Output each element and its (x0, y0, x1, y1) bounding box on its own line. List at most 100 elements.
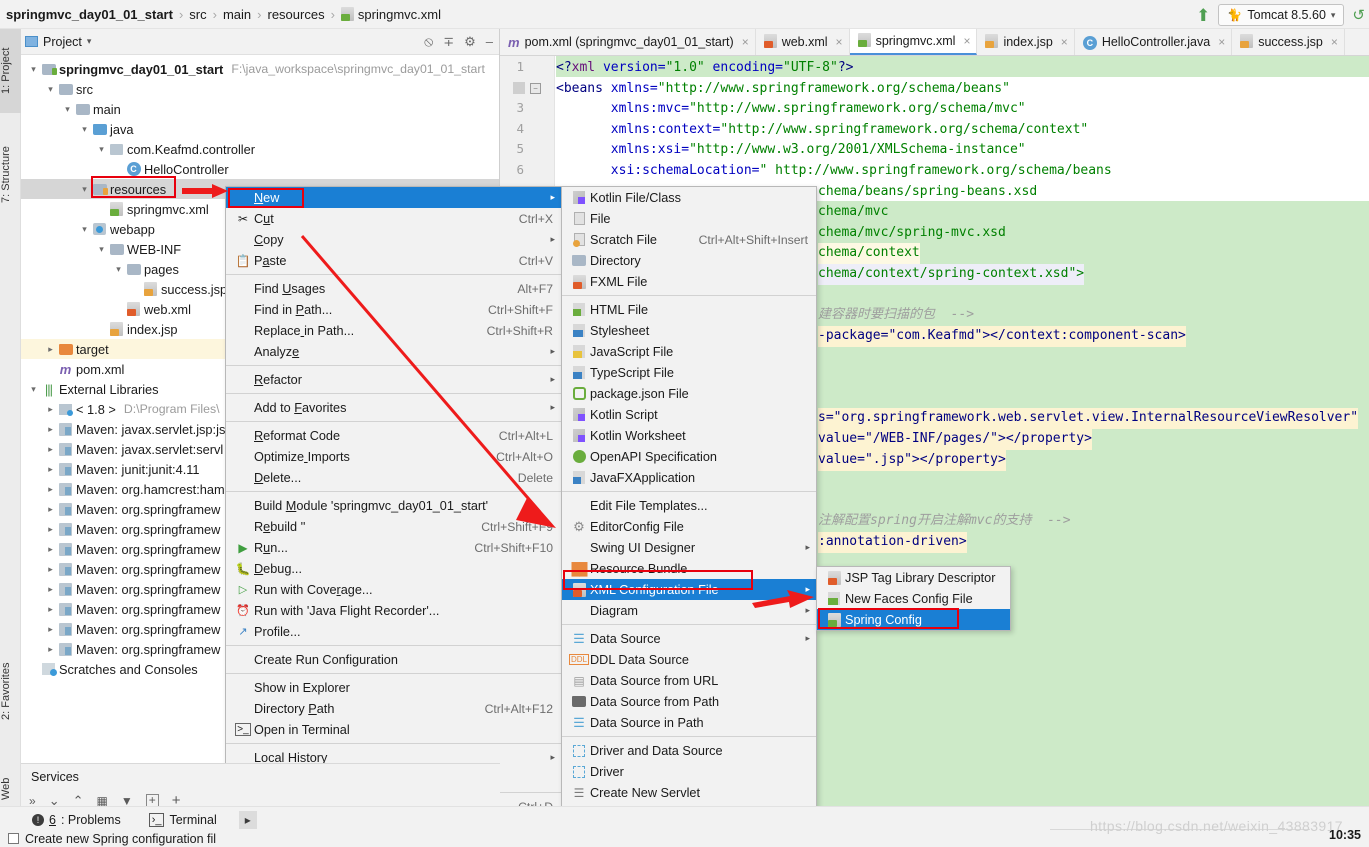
menu-item-editorconfig-file[interactable]: ⚙ EditorConfig File (562, 516, 816, 537)
menu-item-driver-and-data-source[interactable]: Driver and Data Source (562, 740, 816, 761)
menu-item-open-in-terminal[interactable]: >_ Open in Terminal (226, 719, 561, 740)
tree-node-java[interactable]: ▾ java (21, 119, 499, 139)
chevron-right-icon[interactable]: ▸ (805, 542, 810, 553)
menu-item-rebuild-default[interactable]: Rebuild '' Ctrl+Shift+F9 (226, 516, 561, 537)
menu-item-javascript-file[interactable]: JavaScript File (562, 341, 816, 362)
menu-item-typescript-file[interactable]: TypeScript File (562, 362, 816, 383)
context-menu[interactable]: New ▸ ✂ Cut Ctrl+X Copy ▸ 📋 Paste Ctrl+V Find Usag… (225, 186, 562, 847)
menu-item-run-with-java-flight-recorder[interactable]: ⏰ Run with 'Java Flight Recorder'... (226, 600, 561, 621)
menu-item-file[interactable]: File (562, 208, 816, 229)
menu-item-javafxapplication[interactable]: JavaFXApplication (562, 467, 816, 488)
chevron-down-icon[interactable]: ▾ (78, 224, 91, 235)
menu-item-html-file[interactable]: HTML File (562, 299, 816, 320)
menu-item-data-source-from-url[interactable]: ▤ Data Source from URL (562, 670, 816, 691)
tree-node-hellocontroller[interactable]: C HelloController (21, 159, 499, 179)
menu-item-jsp-tag-library-descriptor[interactable]: JSP Tag Library Descriptor (817, 567, 1010, 588)
chevron-right-icon[interactable]: ▸ (44, 564, 57, 575)
menu-item-profile[interactable]: ↗ Profile... (226, 621, 561, 642)
chevron-down-icon[interactable]: ▾ (95, 244, 108, 255)
menu-item-driver[interactable]: Driver (562, 761, 816, 782)
menu-item-diagram[interactable]: Diagram ▸ (562, 600, 816, 621)
sidebar-tab-structure[interactable]: 7: Structure (0, 129, 21, 221)
chevron-down-icon[interactable]: ▾ (27, 64, 40, 75)
breadcrumb-item-main[interactable]: main (223, 7, 251, 22)
chevron-right-icon[interactable]: ▸ (44, 584, 57, 595)
editor-tab-springmvc.xml[interactable]: springmvc.xml × (849, 29, 978, 55)
tree-node-springmvc-day01-01-start[interactable]: ▾ springmvc_day01_01_start F:\java_workspa… (21, 59, 499, 79)
editor-tab-bar[interactable]: m pom.xml (springmvc_day01_01_start) × web.… (500, 29, 1369, 56)
menu-item-show-in-explorer[interactable]: Show in Explorer (226, 677, 561, 698)
status-tab-terminal[interactable]: ›_ Terminal (143, 811, 223, 829)
chevron-right-icon[interactable]: ▸ (44, 404, 57, 415)
run-configuration-selector[interactable]: 🐈 Tomcat 8.5.60 ▾ (1218, 4, 1345, 26)
chevron-right-icon[interactable]: ▸ (550, 374, 555, 385)
menu-item-analyze[interactable]: Analyze ▸ (226, 341, 561, 362)
close-icon[interactable]: × (1218, 35, 1225, 49)
menu-item-reformat-code[interactable]: Reformat Code Ctrl+Alt+L (226, 425, 561, 446)
sidebar-tab-web[interactable]: Web (0, 769, 21, 809)
chevron-right-icon[interactable]: ▸ (44, 464, 57, 475)
breadcrumb-item-resources[interactable]: resources (268, 7, 325, 22)
collapse-all-icon[interactable]: ∓ (443, 34, 454, 50)
menu-item-find-usages[interactable]: Find Usages Alt+F7 (226, 278, 561, 299)
checkbox-icon[interactable] (8, 833, 19, 844)
menu-item-paste[interactable]: 📋 Paste Ctrl+V (226, 250, 561, 271)
menu-item-directory-path[interactable]: Directory Path Ctrl+Alt+F12 (226, 698, 561, 719)
chevron-right-icon[interactable]: ▸ (550, 752, 555, 763)
menu-item-kotlin-worksheet[interactable]: Kotlin Worksheet (562, 425, 816, 446)
chevron-down-icon[interactable]: ▾ (61, 104, 74, 115)
menu-item-directory[interactable]: Directory (562, 250, 816, 271)
menu-item-scratch-file[interactable]: Scratch File Ctrl+Alt+Shift+Insert (562, 229, 816, 250)
chevron-right-icon[interactable]: ▸ (44, 504, 57, 515)
close-icon[interactable]: × (963, 34, 970, 48)
menu-item-package-json-file[interactable]: package.json File (562, 383, 816, 404)
menu-item-swing-ui-designer[interactable]: Swing UI Designer ▸ (562, 537, 816, 558)
menu-item-find-in-path[interactable]: Find in Path... Ctrl+Shift+F (226, 299, 561, 320)
hide-icon[interactable]: – (486, 34, 493, 49)
chevron-down-icon[interactable]: ▾ (78, 124, 91, 135)
menu-item-new-faces-config-file[interactable]: New Faces Config File (817, 588, 1010, 609)
menu-item-data-source-in-path[interactable]: ☰ Data Source in Path (562, 712, 816, 733)
menu-item-debug[interactable]: 🐛 Debug... (226, 558, 561, 579)
chevron-right-icon[interactable]: ▸ (805, 633, 810, 644)
services-panel-header[interactable]: Services (21, 763, 500, 789)
chevron-down-icon[interactable]: ▾ (44, 84, 57, 95)
status-tab-problems[interactable]: ! 6: Problems (26, 811, 127, 829)
sidebar-tab-favorites[interactable]: 2: Favorites (0, 647, 21, 735)
breadcrumb-item-project[interactable]: springmvc_day01_01_start (6, 7, 173, 22)
fold-marker-icon[interactable]: − (530, 83, 541, 94)
chevron-down-icon[interactable]: ▾ (1331, 10, 1336, 21)
close-icon[interactable]: × (1061, 35, 1068, 49)
editor-tab-hellocontroller.java[interactable]: C HelloController.java × (1075, 29, 1233, 55)
menu-item-edit-file-templates[interactable]: Edit File Templates... (562, 495, 816, 516)
locate-icon[interactable]: ⦸ (424, 33, 433, 50)
menu-item-build-module-springmvc-day01-01-start[interactable]: Build Module 'springmvc_day01_01_start' (226, 495, 561, 516)
close-icon[interactable]: × (1331, 35, 1338, 49)
menu-item-copy[interactable]: Copy ▸ (226, 229, 561, 250)
editor-tab-success.jsp[interactable]: success.jsp × (1232, 29, 1345, 55)
editor-tab-web.xml[interactable]: web.xml × (756, 29, 850, 55)
chevron-right-icon[interactable]: ▸ (44, 524, 57, 535)
menu-item-run-with-coverage[interactable]: ▷ Run with Coverage... (226, 579, 561, 600)
chevron-right-icon[interactable]: ▸ (550, 346, 555, 357)
chevron-down-icon[interactable]: ▾ (95, 144, 108, 155)
menu-item-create-new-servlet[interactable]: ☰ Create New Servlet (562, 782, 816, 803)
chevron-right-icon[interactable]: ▸ (805, 584, 810, 595)
spring-bean-gutter-icon[interactable] (513, 82, 525, 94)
chevron-right-icon[interactable]: ▸ (44, 344, 57, 355)
arrow-up-icon[interactable]: ⬆ (1196, 7, 1210, 24)
sidebar-tab-project[interactable]: 1: Project (0, 29, 21, 113)
status-tab-services[interactable]: ▸ (238, 810, 257, 829)
chevron-down-icon[interactable]: ▾ (112, 264, 125, 275)
menu-item-data-source-from-path[interactable]: Data Source from Path (562, 691, 816, 712)
menu-item-stylesheet[interactable]: Stylesheet (562, 320, 816, 341)
project-panel-title-group[interactable]: Project ▾ (25, 35, 91, 49)
chevron-right-icon[interactable]: ▸ (550, 402, 555, 413)
editor-tab-pom.xml[interactable]: m pom.xml (springmvc_day01_01_start) × (500, 29, 756, 55)
menu-item-cut[interactable]: ✂ Cut Ctrl+X (226, 208, 561, 229)
menu-item-create-run-configuration[interactable]: Create Run Configuration (226, 649, 561, 670)
tree-node-src[interactable]: ▾ src (21, 79, 499, 99)
chevron-right-icon[interactable]: ▸ (44, 644, 57, 655)
chevron-right-icon[interactable]: ▸ (550, 234, 555, 245)
menu-item-data-source[interactable]: ☰ Data Source ▸ (562, 628, 816, 649)
